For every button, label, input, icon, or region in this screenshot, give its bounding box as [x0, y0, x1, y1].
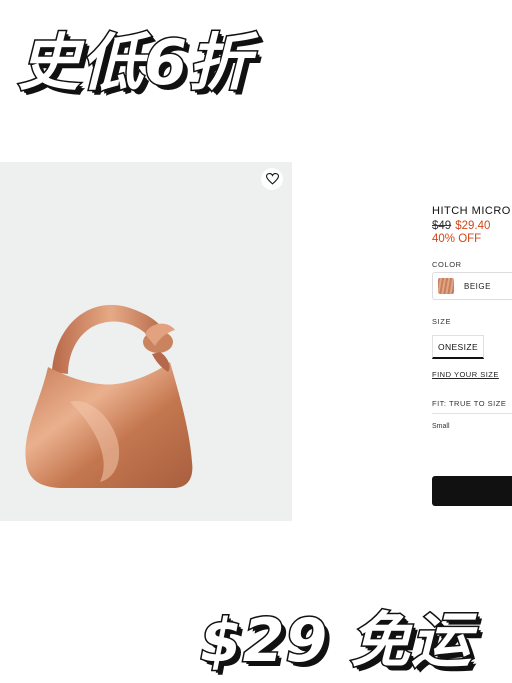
size-option-onesize[interactable]: ONESIZE — [432, 335, 484, 359]
color-name: BEIGE — [464, 281, 491, 291]
discount-badge: 40% OFF — [432, 233, 482, 245]
handbag-image — [25, 304, 193, 488]
color-selector[interactable]: BEIGE — [432, 272, 512, 300]
product-info: HITCH MICRO C $49$29.40 40% OFF — [432, 205, 512, 245]
sale-price: $29.40 — [455, 220, 491, 232]
wishlist-button[interactable] — [261, 168, 283, 190]
product-title: HITCH MICRO C — [432, 205, 512, 217]
product-image[interactable] — [0, 162, 292, 521]
find-your-size-link[interactable]: FIND YOUR SIZE — [432, 370, 499, 379]
fit-value: Small — [432, 423, 450, 430]
color-swatch — [438, 278, 454, 294]
price-row: $49 $29.40 — [432, 220, 512, 232]
heart-icon — [265, 173, 279, 185]
promo-headline-bottom: $29 免运 — [198, 605, 473, 678]
divider — [432, 413, 512, 414]
add-to-bag-button[interactable] — [432, 476, 512, 506]
color-label: COLOR — [432, 260, 462, 269]
fit-info: FIT: TRUE TO SIZE — [432, 399, 507, 408]
promo-headline-top: 史低6折 — [16, 25, 252, 101]
size-label: SIZE — [432, 317, 452, 326]
original-price: $49 — [432, 220, 452, 232]
